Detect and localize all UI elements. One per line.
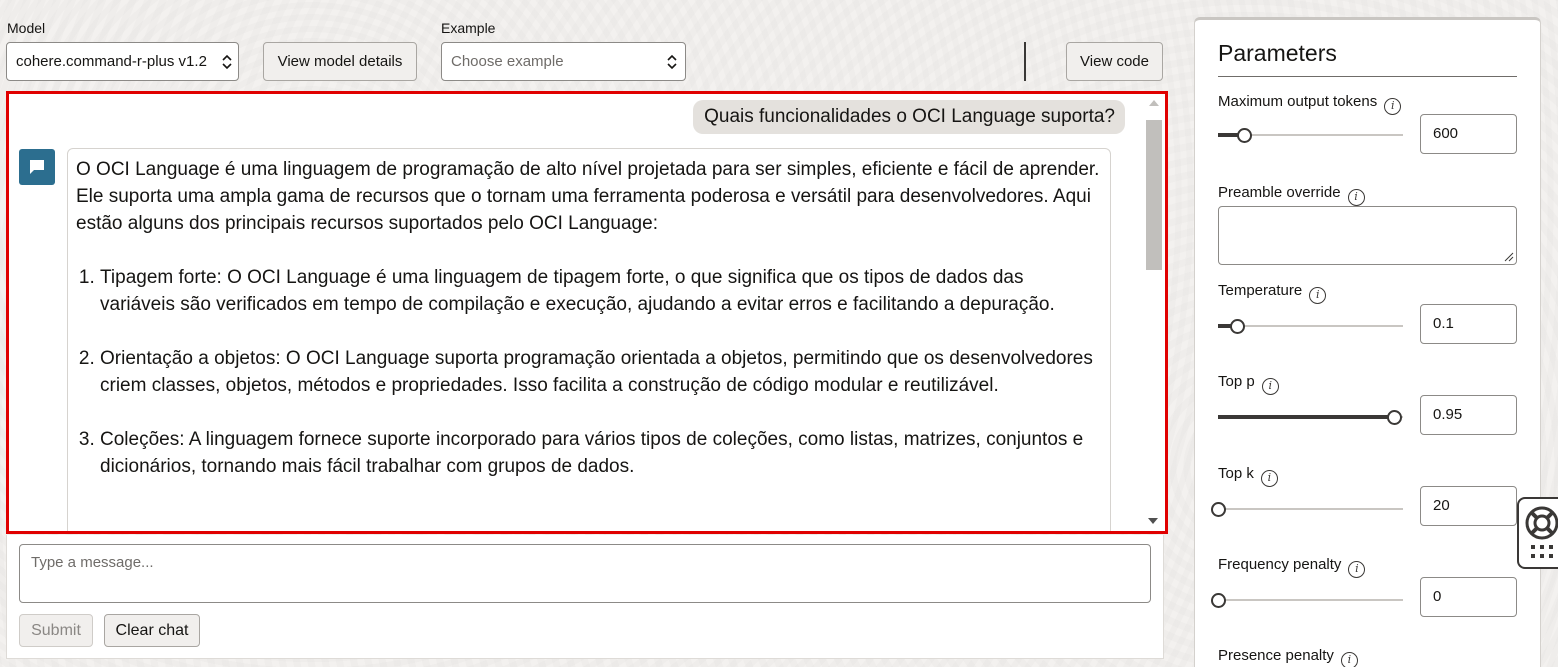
max-tokens-label: Maximum output tokens i	[1218, 93, 1402, 115]
bot-message-list: Tipagem forte: O OCI Language é uma ling…	[76, 264, 1101, 480]
max-tokens-label-text: Maximum output tokens	[1218, 93, 1378, 110]
slider-track	[1218, 325, 1403, 327]
apps-grid-icon[interactable]	[1531, 545, 1555, 559]
model-label: Model	[7, 20, 46, 36]
example-label: Example	[441, 20, 496, 36]
select-chevrons-icon	[667, 54, 677, 70]
preamble-textarea[interactable]	[1218, 206, 1517, 265]
example-select[interactable]: Choose example	[441, 42, 686, 81]
info-icon[interactable]: i	[1309, 287, 1327, 304]
info-icon[interactable]: i	[1347, 189, 1365, 206]
top-k-label-text: Top k	[1218, 465, 1254, 482]
preamble-label-text: Preamble override	[1218, 184, 1341, 201]
slider-track	[1218, 508, 1403, 510]
frequency-penalty-input[interactable]: 0	[1420, 577, 1517, 617]
top-k-slider[interactable]	[1211, 502, 1403, 517]
list-item: Orientação a objetos: O OCI Language sup…	[100, 345, 1101, 399]
temperature-label-text: Temperature	[1218, 282, 1303, 299]
max-tokens-slider[interactable]	[1218, 128, 1403, 143]
lifebuoy-icon[interactable]	[1524, 505, 1558, 541]
info-icon[interactable]: i	[1340, 652, 1358, 667]
composer: Type a message... Submit Clear chat	[6, 535, 1164, 659]
slider-fill	[1218, 415, 1394, 419]
presence-penalty-label: Presence penalty i	[1218, 647, 1358, 667]
scroll-up-arrow-icon[interactable]	[1149, 100, 1159, 106]
top-p-label: Top p i	[1218, 373, 1279, 395]
view-code-button[interactable]: View code	[1066, 42, 1163, 81]
chat-bubble-icon	[30, 160, 44, 174]
model-select-value: cohere.command-r-plus v1.2	[16, 53, 207, 70]
user-message: Quais funcionalidades o OCI Language sup…	[693, 100, 1125, 134]
select-chevrons-icon	[222, 54, 232, 70]
parameters-divider	[1218, 76, 1517, 77]
list-item: Coleções: A linguagem fornece suporte in…	[100, 426, 1101, 480]
top-k-input[interactable]: 20	[1420, 486, 1517, 526]
help-widget[interactable]	[1517, 497, 1558, 569]
frequency-penalty-slider[interactable]	[1211, 593, 1403, 608]
frequency-penalty-label-text: Frequency penalty	[1218, 556, 1342, 573]
slider-thumb[interactable]	[1211, 593, 1226, 608]
info-icon[interactable]: i	[1348, 561, 1366, 578]
slider-thumb[interactable]	[1386, 410, 1402, 425]
list-item: Tipagem forte: O OCI Language é uma ling…	[100, 264, 1101, 318]
info-icon[interactable]: i	[1261, 378, 1279, 395]
scroll-down-arrow-icon[interactable]	[1148, 518, 1158, 524]
slider-thumb[interactable]	[1229, 319, 1245, 334]
chat-scrollbar[interactable]	[1143, 94, 1165, 531]
temperature-slider[interactable]	[1218, 319, 1403, 334]
info-icon[interactable]: i	[1384, 98, 1402, 115]
bot-avatar	[19, 149, 55, 185]
max-tokens-input[interactable]: 600	[1420, 114, 1517, 154]
info-icon[interactable]: i	[1260, 470, 1278, 487]
resize-grip-icon[interactable]	[1504, 252, 1514, 262]
model-select[interactable]: cohere.command-r-plus v1.2	[6, 42, 239, 81]
slider-thumb[interactable]	[1236, 128, 1252, 143]
frequency-penalty-label: Frequency penalty i	[1218, 556, 1366, 578]
top-p-label-text: Top p	[1218, 373, 1255, 390]
clear-chat-button[interactable]: Clear chat	[104, 614, 200, 647]
slider-track	[1218, 599, 1403, 601]
example-select-placeholder: Choose example	[451, 53, 564, 70]
bot-message: O OCI Language é uma linguagem de progra…	[67, 148, 1111, 531]
chat-transcript[interactable]: Quais funcionalidades o OCI Language sup…	[6, 91, 1168, 534]
chat-scrollbar-thumb[interactable]	[1146, 120, 1162, 270]
submit-button[interactable]: Submit	[19, 614, 93, 647]
top-k-label: Top k i	[1218, 465, 1278, 487]
top-p-input[interactable]: 0.95	[1420, 395, 1517, 435]
toolbar-divider	[1024, 42, 1026, 81]
preamble-label: Preamble override i	[1218, 184, 1365, 206]
slider-thumb[interactable]	[1211, 502, 1226, 517]
message-input[interactable]: Type a message...	[19, 544, 1151, 603]
view-model-details-button[interactable]: View model details	[263, 42, 417, 81]
presence-penalty-label-text: Presence penalty	[1218, 647, 1334, 664]
temperature-input[interactable]: 0.1	[1420, 304, 1517, 344]
parameters-title: Parameters	[1218, 40, 1337, 66]
temperature-label: Temperature i	[1218, 282, 1327, 304]
parameters-panel: Parameters Maximum output tokens i 600 Pr…	[1194, 17, 1541, 667]
bot-message-intro: O OCI Language é uma linguagem de progra…	[76, 159, 1100, 234]
top-p-slider[interactable]	[1218, 410, 1403, 425]
